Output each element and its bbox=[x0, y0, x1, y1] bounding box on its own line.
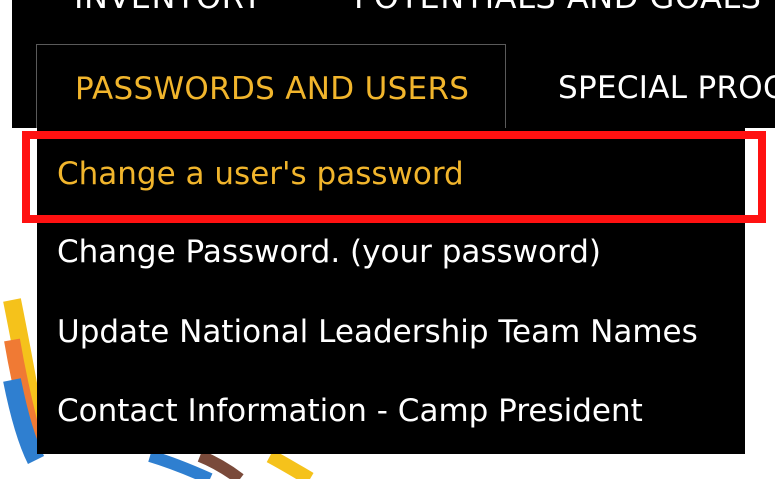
menu-item-update-leadership-team-names[interactable]: Update National Leadership Team Names bbox=[57, 292, 698, 372]
menu-item-change-your-password[interactable]: Change Password. (your password) bbox=[57, 212, 601, 292]
nav-item-inventory[interactable]: INVENTORY bbox=[74, 0, 262, 16]
passwords-and-users-dropdown-menu: Change a user's password Change Password… bbox=[37, 128, 745, 454]
main-navigation-bar: INVENTORY POTENTIALS AND GOALS PASSWORDS… bbox=[12, 0, 775, 128]
nav-tab-special-programs[interactable]: SPECIAL PROGRAMS bbox=[558, 44, 775, 128]
menu-item-change-user-password[interactable]: Change a user's password bbox=[57, 134, 464, 214]
menu-item-contact-information-camp-president[interactable]: Contact Information - Camp President bbox=[57, 371, 643, 451]
nav-tab-passwords-and-users[interactable]: PASSWORDS AND USERS bbox=[36, 44, 506, 128]
nav-item-potentials-and-goals[interactable]: POTENTIALS AND GOALS bbox=[354, 0, 761, 16]
